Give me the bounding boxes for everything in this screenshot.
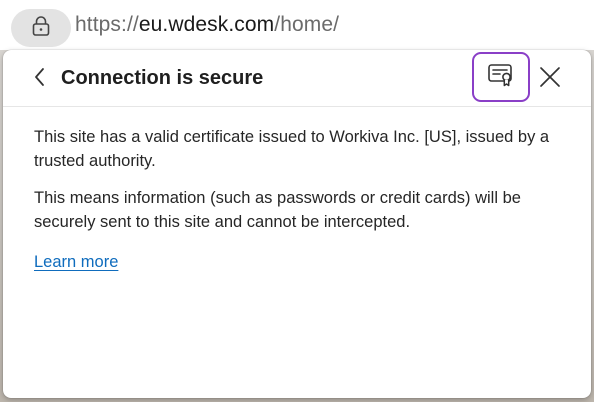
lock-icon: [31, 15, 51, 42]
close-button[interactable]: [536, 65, 564, 93]
popup-header: Connection is secure: [3, 50, 591, 107]
chevron-left-icon: [33, 66, 47, 93]
close-icon: [539, 66, 561, 93]
url-host: eu.wdesk.com: [138, 13, 275, 36]
url-scheme: https://: [75, 13, 139, 36]
popup-title: Connection is secure: [61, 67, 264, 89]
site-info-button[interactable]: [11, 9, 71, 47]
certificate-icon: [487, 62, 515, 93]
url-text[interactable]: https://eu.wdesk.com/home/: [75, 13, 339, 37]
certificate-button[interactable]: [472, 52, 530, 102]
learn-more-link[interactable]: Learn more: [34, 250, 118, 274]
certificate-description: This site has a valid certificate issued…: [34, 128, 550, 170]
site-info-popup: Connection is secure This site has a val…: [3, 50, 591, 398]
back-button[interactable]: [27, 66, 53, 92]
url-path: /home/: [274, 13, 340, 36]
address-bar: https://eu.wdesk.com/home/: [0, 0, 594, 50]
security-description: This means information (such as password…: [34, 189, 521, 231]
